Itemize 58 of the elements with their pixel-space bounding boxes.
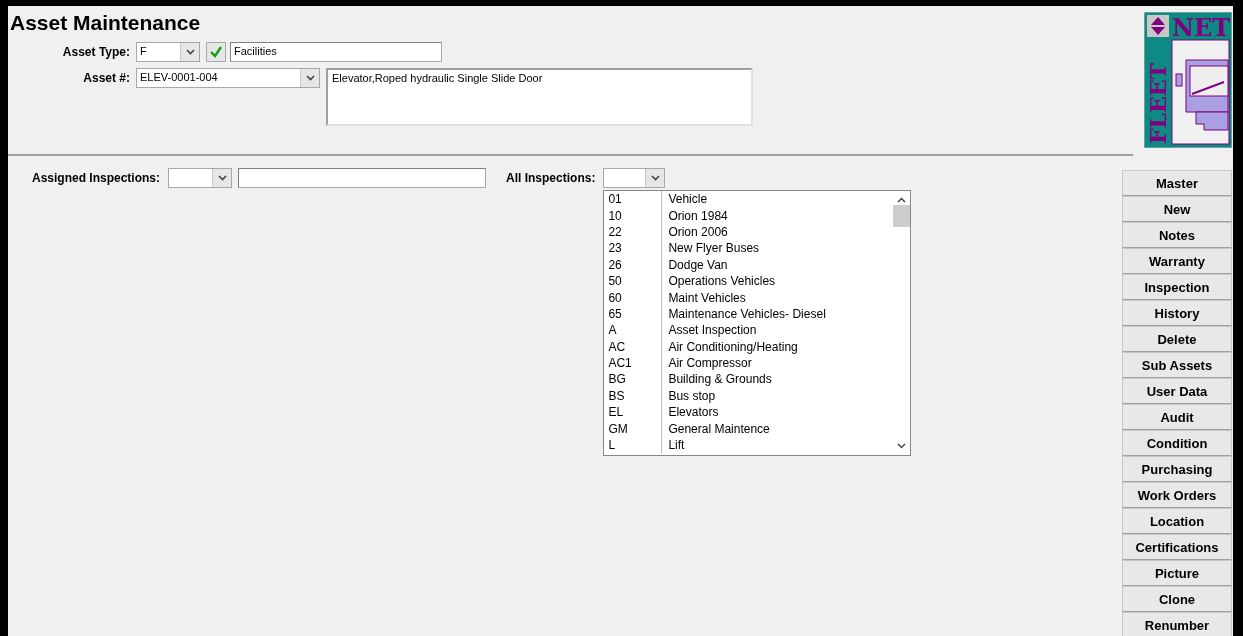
page-title: Asset Maintenance	[10, 10, 202, 36]
field-label: Assigned Inspections:	[32, 170, 161, 185]
list-option[interactable]: GM General Maintence	[604, 420, 893, 437]
field-label: Asset Type:	[61, 44, 130, 59]
nav-button[interactable]: Renumber	[1122, 612, 1232, 636]
list-option[interactable]: 26 Dodge Van	[604, 256, 893, 273]
list-option[interactable]: 23 New Flyer Buses	[604, 240, 893, 257]
chevron-down-icon	[217, 175, 227, 181]
list-option[interactable]: BG Building & Grounds	[604, 371, 893, 388]
inspection-combo[interactable]	[603, 168, 666, 188]
list-option[interactable]: L Lift	[604, 436, 893, 454]
list-option[interactable]: 65 Maintenance Vehicles- Diesel	[604, 305, 893, 323]
list-option[interactable]: A Asset Inspection	[604, 322, 893, 339]
nav-button[interactable]: Purchasing	[1122, 456, 1232, 482]
list-option[interactable]: 01 Vehicle	[604, 191, 893, 208]
scroll-down-icon[interactable]	[896, 443, 906, 449]
scroll-up-icon[interactable]	[896, 197, 906, 203]
list-option[interactable]: AC1 Air Compressor	[604, 354, 893, 372]
dropdown-button[interactable]	[645, 169, 665, 187]
inspection-combo[interactable]	[168, 168, 233, 188]
nav-button[interactable]: Condition	[1122, 430, 1232, 456]
fleet-net-logo: NET FLEET	[1144, 12, 1232, 148]
nav-button[interactable]: Sub Assets	[1122, 352, 1232, 378]
nav-button[interactable]: Master	[1122, 170, 1232, 196]
nav-button[interactable]: Picture	[1122, 560, 1232, 586]
list-option[interactable]: 60 Maint Vehicles	[604, 289, 893, 306]
scrollbar-thumb[interactable]	[892, 205, 910, 227]
chevron-down-icon	[650, 175, 660, 181]
nav-button[interactable]: History	[1122, 300, 1232, 326]
field-label: All Inspections:	[506, 170, 596, 185]
inspection-name-field[interactable]	[238, 168, 487, 188]
field-label: Asset #:	[82, 70, 130, 85]
list-option[interactable]: 10 Orion 1984	[604, 207, 893, 224]
nav-button[interactable]: New	[1122, 196, 1232, 222]
nav-button[interactable]: Notes	[1122, 222, 1232, 248]
list-option[interactable]: BS Bus stop	[604, 387, 893, 405]
nav-button[interactable]: Certifications	[1122, 534, 1232, 560]
list-option[interactable]: EL Elevators	[604, 404, 893, 421]
nav-button[interactable]: Clone	[1122, 586, 1232, 612]
chevron-down-icon	[305, 75, 315, 81]
nav-button[interactable]: Delete	[1122, 326, 1232, 352]
dropdown-button[interactable]	[212, 169, 232, 187]
nav-button[interactable]: Audit	[1122, 404, 1232, 430]
dropdown-button[interactable]	[180, 43, 199, 61]
chevron-down-icon	[185, 49, 195, 55]
nav-button[interactable]: User Data	[1122, 378, 1232, 404]
list-option[interactable]: 50 Operations Vehicles	[604, 272, 893, 290]
nav-button[interactable]: Work Orders	[1122, 482, 1232, 508]
asset-number-combo[interactable]: ELEV-0001-004	[136, 68, 320, 88]
asset-type-combo[interactable]: F	[136, 42, 200, 62]
nav-button[interactable]: Inspection	[1122, 274, 1232, 300]
list-option[interactable]: AC Air Conditioning/Heating	[604, 338, 893, 355]
dropdown-button[interactable]	[300, 69, 319, 87]
nav-button[interactable]: Warranty	[1122, 248, 1232, 274]
list-option[interactable]: 22 Orion 2006	[604, 223, 893, 241]
description-field[interactable]: Elevator,Roped hydraulic Single Slide Door	[326, 68, 753, 126]
asset-type-name-field[interactable]: Facilities	[230, 42, 442, 62]
nav-button[interactable]: Location	[1122, 508, 1232, 534]
